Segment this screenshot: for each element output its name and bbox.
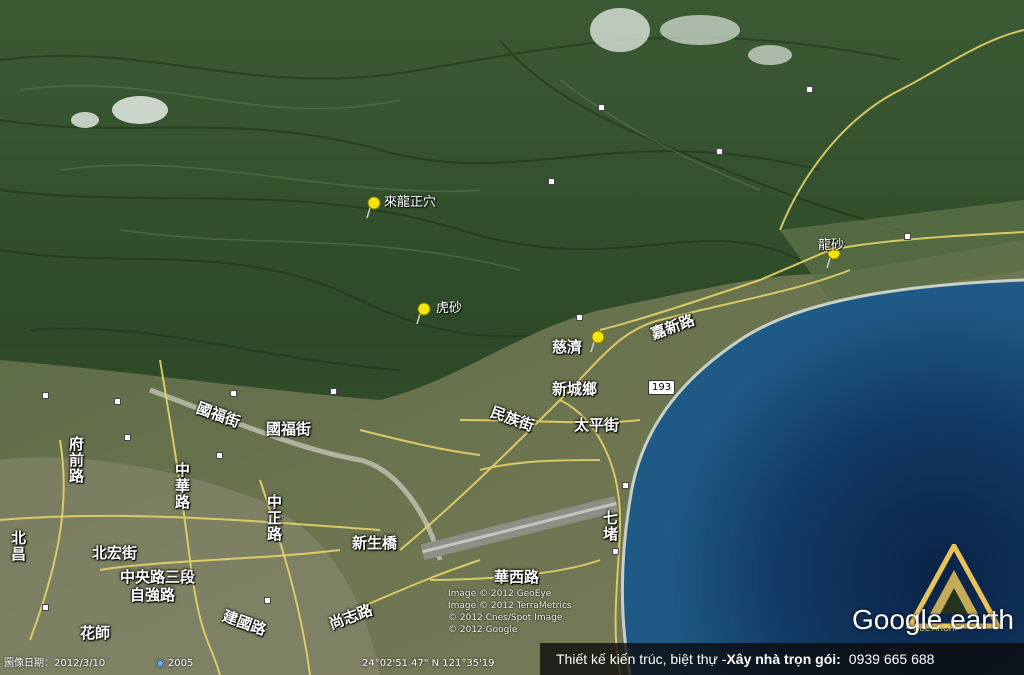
road-label: 新生橋 <box>352 534 398 552</box>
pin-label-husha: 虎砂 <box>436 301 463 316</box>
poi-marker[interactable] <box>904 233 911 240</box>
image-date: 圖像日期：2012/3/10 <box>4 658 106 669</box>
promo-text: Thiết kế kiến trúc, biệt thự - <box>556 651 727 667</box>
credit-line: Image © 2012 GeoEye <box>448 589 552 599</box>
poi-marker[interactable] <box>124 434 131 441</box>
poi-marker[interactable] <box>612 548 619 555</box>
poi-marker[interactable] <box>576 314 583 321</box>
poi-marker[interactable] <box>598 104 605 111</box>
poi-marker[interactable] <box>42 604 49 611</box>
road-label: 北宏街 <box>92 544 138 562</box>
poi-marker[interactable] <box>230 390 237 397</box>
promo-phone: 0939 665 688 <box>848 651 935 667</box>
promo-banner: Thiết kế kiến trúc, biệt thự - Xây nhà t… <box>540 643 1024 675</box>
pushpin-icon[interactable] <box>588 330 606 352</box>
road-label: 花師 <box>80 624 111 642</box>
road-label: 慈濟 <box>552 338 583 356</box>
coordinates-readout: 24°02'51.47" N 121°35'19 <box>362 658 495 669</box>
poi-marker[interactable] <box>114 398 121 405</box>
road-label: 自強路 <box>130 586 176 604</box>
map-view[interactable]: 來龍正穴 虎砂 龍砂 國福街 國福街 北宏街 中央路三段 自強路 新生橋 華西路… <box>0 0 1024 675</box>
poi-marker[interactable] <box>330 388 337 395</box>
highway-shield: 193 <box>648 380 676 395</box>
pin-label-longsha: 龍砂 <box>818 238 845 253</box>
pin-label-laolong: 來龍正穴 <box>384 195 437 210</box>
poi-marker[interactable] <box>716 148 723 155</box>
pushpin-icon[interactable] <box>364 196 382 218</box>
road-label: 中正路 <box>265 494 283 542</box>
poi-marker[interactable] <box>548 178 555 185</box>
year-text: 2005 <box>167 658 194 669</box>
credit-line: © 2012 Cnes/Spot Image <box>448 613 563 623</box>
road-label: 新城鄉 <box>552 380 598 398</box>
credit-line: Image © 2012 TerraMetrics <box>448 601 572 611</box>
poi-marker[interactable] <box>806 86 813 93</box>
imagery-credits: Image © 2012 GeoEye Image © 2012 TerraMe… <box>448 588 572 636</box>
road-label: 太平街 <box>574 416 620 434</box>
globe-icon: ◉ <box>156 658 165 669</box>
road-label: 國福街 <box>266 420 312 438</box>
road-label: 華西路 <box>494 568 540 586</box>
road-label: 七堵 <box>601 510 619 542</box>
poi-marker[interactable] <box>264 597 271 604</box>
poi-marker[interactable] <box>622 482 629 489</box>
google-earth-logo: Google earth <box>852 604 1014 635</box>
poi-marker[interactable] <box>216 452 223 459</box>
road-label: 北昌 <box>9 530 27 562</box>
pushpin-icon[interactable] <box>414 302 432 324</box>
road-label: 中華路 <box>173 462 191 510</box>
promo-bold-text: Xây nhà trọn gói: <box>726 651 841 667</box>
poi-marker[interactable] <box>42 392 49 399</box>
imagery-year: ◉ 2005 <box>156 658 193 669</box>
road-label: 府前路 <box>67 436 85 484</box>
credit-line: © 2012 Google <box>448 625 518 635</box>
